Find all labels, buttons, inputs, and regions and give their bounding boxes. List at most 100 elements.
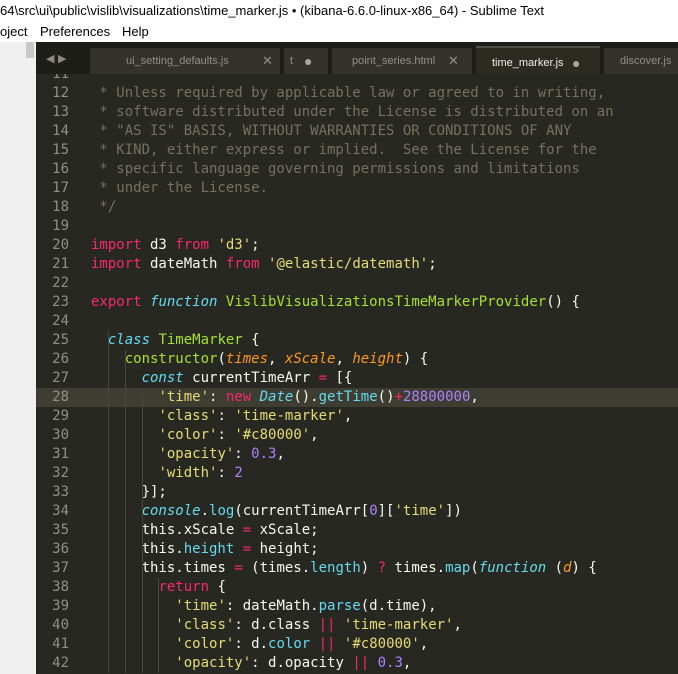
code-token: ) { bbox=[402, 351, 429, 367]
code-text: * KIND, either express or implied. See t… bbox=[91, 141, 596, 160]
tab-time-marker[interactable]: time_marker.js ● bbox=[476, 46, 600, 74]
code-text: const currentTimeArr = [{ bbox=[91, 369, 353, 388]
code-line[interactable]: 42 'opacity': d.opacity || 0.3, bbox=[36, 654, 678, 673]
menu-preferences-label: Preferences bbox=[40, 24, 111, 39]
code-line[interactable]: 40 'class': d.class || 'time-marker', bbox=[36, 616, 678, 635]
unsaved-dot-icon[interactable]: ● bbox=[304, 48, 312, 74]
code-token: : d. bbox=[234, 636, 269, 652]
code-token: length bbox=[310, 560, 361, 576]
code-line[interactable]: 39 'time': dateMath.parse(d.time), bbox=[36, 597, 678, 616]
code-line[interactable]: 25 class TimeMarker { bbox=[36, 331, 678, 350]
window-title: 64\src\ui\public\vislib\visualizations\t… bbox=[0, 3, 545, 18]
code-token: ( bbox=[470, 560, 479, 576]
line-number: 29 bbox=[52, 408, 69, 424]
code-token: 'time-marker' bbox=[343, 617, 454, 633]
menu-preferences[interactable]: Preferences bbox=[40, 22, 110, 42]
code-line[interactable]: 11 bbox=[36, 74, 678, 84]
code-token: { bbox=[242, 332, 260, 348]
code-token: 'class' bbox=[175, 617, 235, 633]
code-line[interactable]: 28 'time': new Date().getTime()+28800000… bbox=[36, 388, 678, 407]
code-line[interactable]: 37 this.times = (times.length) ? times.m… bbox=[36, 559, 678, 578]
code-token: 'time' bbox=[175, 598, 226, 614]
code-line[interactable]: 21 import dateMath from '@elastic/datemat… bbox=[36, 255, 678, 274]
code-line[interactable]: 20 import d3 from 'd3'; bbox=[36, 236, 678, 255]
code-line[interactable]: 33 }]; bbox=[36, 483, 678, 502]
code-token: new bbox=[225, 389, 252, 405]
code-token: * Unless required by applicable law or a… bbox=[91, 85, 606, 101]
indent-guide bbox=[124, 350, 126, 673]
code-text: class TimeMarker { bbox=[91, 331, 260, 350]
tab-bar: ◀ ▶ ui_setting_defaults.js ✕ t ● point_s… bbox=[36, 42, 678, 74]
code-token: () { bbox=[546, 294, 580, 310]
menu-help[interactable]: Help bbox=[122, 22, 149, 42]
code-line[interactable]: 13 * software distributed under the Lice… bbox=[36, 103, 678, 122]
code-line[interactable]: 24 bbox=[36, 312, 678, 331]
menu-project-label: oject bbox=[0, 24, 28, 39]
line-number: 13 bbox=[52, 104, 69, 120]
code-line[interactable]: 16 * specific language governing permiss… bbox=[36, 160, 678, 179]
tab-discover[interactable]: discover.js bbox=[604, 48, 678, 74]
menu-project[interactable]: oject bbox=[0, 22, 27, 42]
code-token: * under the License. bbox=[91, 180, 269, 196]
code-token: from bbox=[175, 237, 210, 253]
code-line[interactable]: 31 'opacity': 0.3, bbox=[36, 445, 678, 464]
tab-nav-arrows-icon[interactable]: ◀ ▶ bbox=[46, 52, 66, 65]
code-text: 'class': d.class || 'time-marker', bbox=[91, 616, 462, 635]
code-text: 'time': new Date().getTime()+28800000, bbox=[91, 388, 478, 407]
code-token: getTime bbox=[318, 389, 378, 405]
code-token: * "AS IS" BASIS, WITHOUT WARRANTIES OR C… bbox=[91, 123, 572, 139]
code-token: * specific language governing permission… bbox=[91, 161, 580, 177]
sidebar-scrollbar[interactable] bbox=[26, 42, 34, 58]
code-line[interactable]: 41 'color': d.color || '#c80000', bbox=[36, 635, 678, 654]
window-titlebar: 64\src\ui\public\vislib\visualizations\t… bbox=[0, 0, 678, 22]
code-text: this.times = (times.length) ? times.map(… bbox=[91, 559, 597, 578]
code-text: 'time': dateMath.parse(d.time), bbox=[91, 597, 437, 616]
code-text: */ bbox=[91, 198, 116, 217]
close-icon[interactable]: ✕ bbox=[448, 48, 459, 74]
tab-t[interactable]: t ● bbox=[284, 48, 328, 74]
code-token: , bbox=[276, 446, 285, 462]
code-line[interactable]: 18 */ bbox=[36, 198, 678, 217]
code-token: + bbox=[394, 389, 403, 405]
code-text: * specific language governing permission… bbox=[91, 160, 580, 179]
code-token: 0.3 bbox=[377, 655, 403, 671]
code-token: (d.time), bbox=[360, 598, 437, 614]
code-line[interactable]: 22 bbox=[36, 274, 678, 293]
code-line[interactable]: 29 'class': 'time-marker', bbox=[36, 407, 678, 426]
code-editor[interactable]: 11 12 * Unless required by applicable law… bbox=[36, 74, 678, 674]
unsaved-dot-icon[interactable]: ● bbox=[572, 48, 580, 74]
code-line[interactable]: 32 'width': 2 bbox=[36, 464, 678, 483]
code-token: xScale bbox=[284, 351, 336, 367]
close-icon[interactable]: ✕ bbox=[262, 48, 273, 74]
code-token: . bbox=[200, 503, 210, 519]
code-token: 'color' bbox=[175, 636, 235, 652]
code-line[interactable]: 19 bbox=[36, 217, 678, 236]
line-number: 17 bbox=[52, 180, 69, 196]
tab-point-series[interactable]: point_series.html ✕ bbox=[332, 48, 472, 74]
code-line[interactable]: 27 const currentTimeArr = [{ bbox=[36, 369, 678, 388]
code-line[interactable]: 36 this.height = height; bbox=[36, 540, 678, 559]
code-token: dateMath bbox=[141, 256, 226, 272]
code-token: 0.3 bbox=[251, 446, 277, 462]
line-number: 32 bbox=[52, 465, 69, 481]
code-line[interactable]: 26 constructor(times, xScale, height) { bbox=[36, 350, 678, 369]
code-token: 0 bbox=[369, 503, 378, 519]
tab-ui-setting-defaults[interactable]: ui_setting_defaults.js ✕ bbox=[90, 48, 280, 74]
code-token: 'time-marker' bbox=[234, 408, 344, 424]
code-line[interactable]: 34 console.log(currentTimeArr[0]['time']… bbox=[36, 502, 678, 521]
code-line[interactable]: 14 * "AS IS" BASIS, WITHOUT WARRANTIES O… bbox=[36, 122, 678, 141]
code-line[interactable]: 23 export function VislibVisualizationsTi… bbox=[36, 293, 678, 312]
code-line[interactable]: 15 * KIND, either express or implied. Se… bbox=[36, 141, 678, 160]
code-line[interactable]: 30 'color': '#c80000', bbox=[36, 426, 678, 445]
code-token: ; bbox=[428, 256, 437, 272]
code-line[interactable]: 17 * under the License. bbox=[36, 179, 678, 198]
code-line[interactable]: 38 return { bbox=[36, 578, 678, 597]
code-text: import dateMath from '@elastic/datemath'… bbox=[91, 255, 437, 274]
code-line[interactable]: 35 this.xScale = xScale; bbox=[36, 521, 678, 540]
code-line[interactable]: 12 * Unless required by applicable law o… bbox=[36, 84, 678, 103]
